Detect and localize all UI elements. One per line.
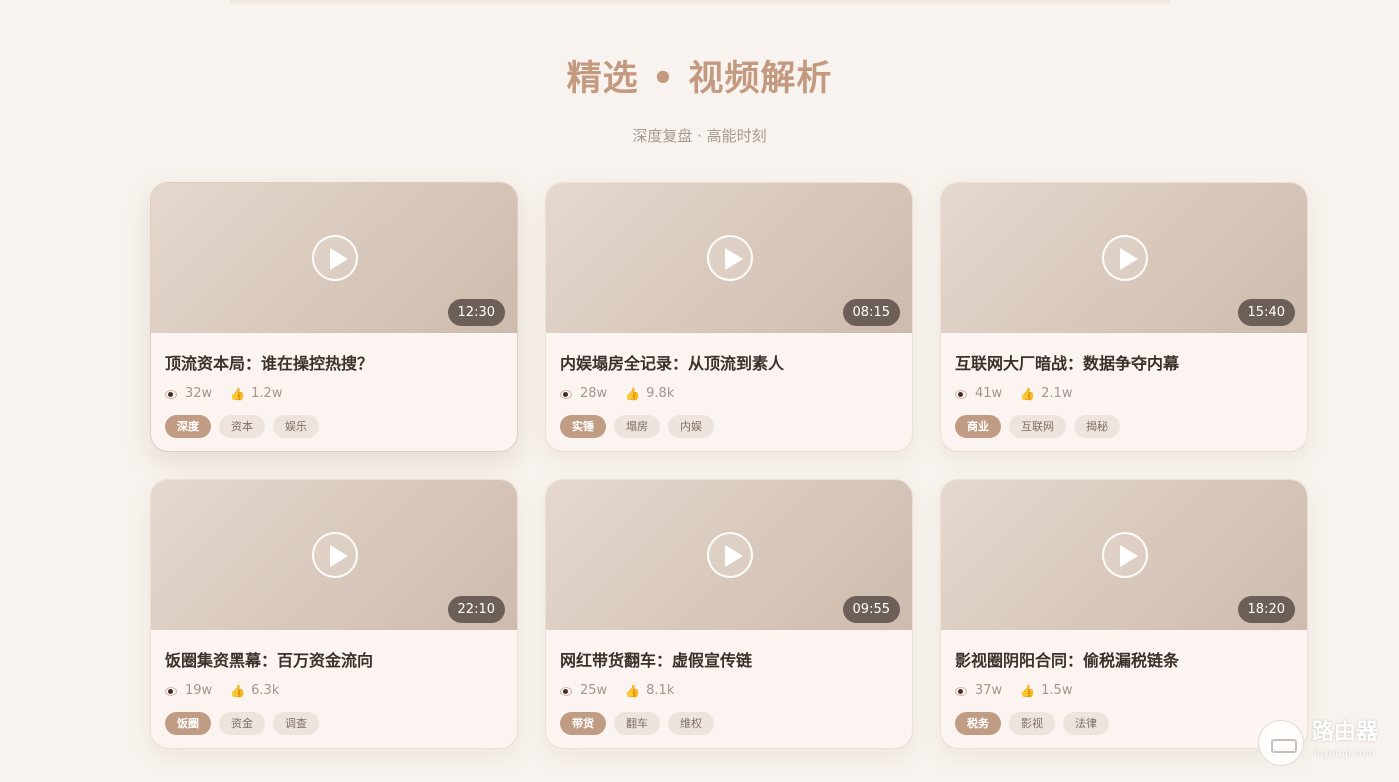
tag[interactable]: 资金 [219,712,265,735]
eye-icon [165,686,177,696]
video-stats: 32w 👍 1.2w [165,385,503,403]
tag-list: 商业 互联网 揭秘 [955,415,1293,438]
tag[interactable]: 塌房 [614,415,660,438]
video-card[interactable]: 22:10 饭圈集资黑幕：百万资金流向 19w 👍 6.3k 饭圈 资金 调查 [150,479,518,749]
video-grid: 12:30 顶流资本局：谁在操控热搜？ 32w 👍 1.2w 深度 资本 娱乐 0… [150,182,1308,749]
duration-badge: 09:55 [842,596,900,623]
video-card[interactable]: 09:55 网红带货翻车：虚假宣传链 25w 👍 8.1k 带货 翻车 维权 [545,479,913,749]
like-count: 8.1k [646,683,675,698]
video-title[interactable]: 互联网大厂暗战：数据争夺内幕 [955,353,1293,375]
tag[interactable]: 实锤 [560,415,606,438]
thumbs-up-icon: 👍 [1020,684,1036,698]
video-thumbnail[interactable]: 22:10 [151,480,517,630]
view-count: 32w [185,386,213,401]
page-subtitle: 深度复盘 · 高能时刻 [632,127,767,145]
video-title[interactable]: 内娱塌房全记录：从顶流到素人 [560,353,898,375]
play-icon[interactable] [312,532,358,578]
tag-list: 饭圈 资金 调查 [165,712,503,735]
video-stats: 28w 👍 9.8k [560,385,898,403]
video-thumbnail[interactable]: 15:40 [941,183,1307,333]
video-title[interactable]: 饭圈集资黑幕：百万资金流向 [165,650,503,672]
view-count: 28w [580,386,608,401]
video-card[interactable]: 18:20 影视圈阴阳合同：偷税漏税链条 37w 👍 1.5w 税务 影视 法律 [940,479,1308,749]
tag[interactable]: 饭圈 [165,712,211,735]
watermark-text: 路由器 [1312,720,1379,745]
page-title: 精选 • 视频解析 [566,59,833,99]
like-count: 6.3k [251,683,280,698]
site-watermark: 路由器 luyouqi.com [1258,718,1388,768]
tag[interactable]: 商业 [955,415,1001,438]
video-thumbnail[interactable]: 08:15 [546,183,912,333]
view-count: 19w [185,683,213,698]
thumbs-up-icon: 👍 [230,684,246,698]
tag[interactable]: 互联网 [1009,415,1066,438]
video-stats: 25w 👍 8.1k [560,682,898,700]
watermark-sub: luyouqi.com [1314,748,1376,759]
tag[interactable]: 翻车 [614,712,660,735]
tag-list: 实锤 塌房 内娱 [560,415,898,438]
video-stats: 19w 👍 6.3k [165,682,503,700]
tag-list: 税务 影视 法律 [955,712,1293,735]
section-header: 精选 • 视频解析 深度复盘 · 高能时刻 [0,56,1399,146]
video-stats: 41w 👍 2.1w [955,385,1293,403]
duration-badge: 18:20 [1237,596,1295,623]
like-count: 9.8k [646,386,675,401]
view-count: 41w [975,386,1003,401]
like-count: 2.1w [1041,386,1073,401]
tag[interactable]: 带货 [560,712,606,735]
thumbs-up-icon: 👍 [1020,387,1036,401]
tag[interactable]: 深度 [165,415,211,438]
top-divider [230,0,1170,6]
thumbs-up-icon: 👍 [625,684,641,698]
eye-icon [955,389,967,399]
video-title[interactable]: 网红带货翻车：虚假宣传链 [560,650,898,672]
video-title[interactable]: 影视圈阴阳合同：偷税漏税链条 [955,650,1293,672]
eye-icon [560,686,572,696]
router-logo-icon [1258,720,1304,766]
tag[interactable]: 税务 [955,712,1001,735]
like-count: 1.2w [251,386,283,401]
eye-icon [165,389,177,399]
video-title[interactable]: 顶流资本局：谁在操控热搜？ [165,353,503,375]
tag[interactable]: 内娱 [668,415,714,438]
video-card[interactable]: 12:30 顶流资本局：谁在操控热搜？ 32w 👍 1.2w 深度 资本 娱乐 [150,182,518,452]
thumbs-up-icon: 👍 [625,387,641,401]
view-count: 37w [975,683,1003,698]
play-icon[interactable] [707,532,753,578]
play-icon[interactable] [1102,532,1148,578]
tag-list: 深度 资本 娱乐 [165,415,503,438]
tag[interactable]: 维权 [668,712,714,735]
tag[interactable]: 资本 [219,415,265,438]
duration-badge: 15:40 [1237,299,1295,326]
eye-icon [955,686,967,696]
thumbs-up-icon: 👍 [230,387,246,401]
play-icon[interactable] [312,235,358,281]
duration-badge: 08:15 [842,299,900,326]
like-count: 1.5w [1041,683,1073,698]
play-icon[interactable] [1102,235,1148,281]
video-stats: 37w 👍 1.5w [955,682,1293,700]
view-count: 25w [580,683,608,698]
tag[interactable]: 娱乐 [273,415,319,438]
tag[interactable]: 影视 [1009,712,1055,735]
tag-list: 带货 翻车 维权 [560,712,898,735]
video-thumbnail[interactable]: 18:20 [941,480,1307,630]
tag[interactable]: 法律 [1063,712,1109,735]
video-thumbnail[interactable]: 09:55 [546,480,912,630]
video-card[interactable]: 08:15 内娱塌房全记录：从顶流到素人 28w 👍 9.8k 实锤 塌房 内娱 [545,182,913,452]
eye-icon [560,389,572,399]
play-icon[interactable] [707,235,753,281]
tag[interactable]: 揭秘 [1074,415,1120,438]
video-card[interactable]: 15:40 互联网大厂暗战：数据争夺内幕 41w 👍 2.1w 商业 互联网 揭秘 [940,182,1308,452]
tag[interactable]: 调查 [273,712,319,735]
duration-badge: 22:10 [447,596,505,623]
duration-badge: 12:30 [447,299,505,326]
video-thumbnail[interactable]: 12:30 [151,183,517,333]
